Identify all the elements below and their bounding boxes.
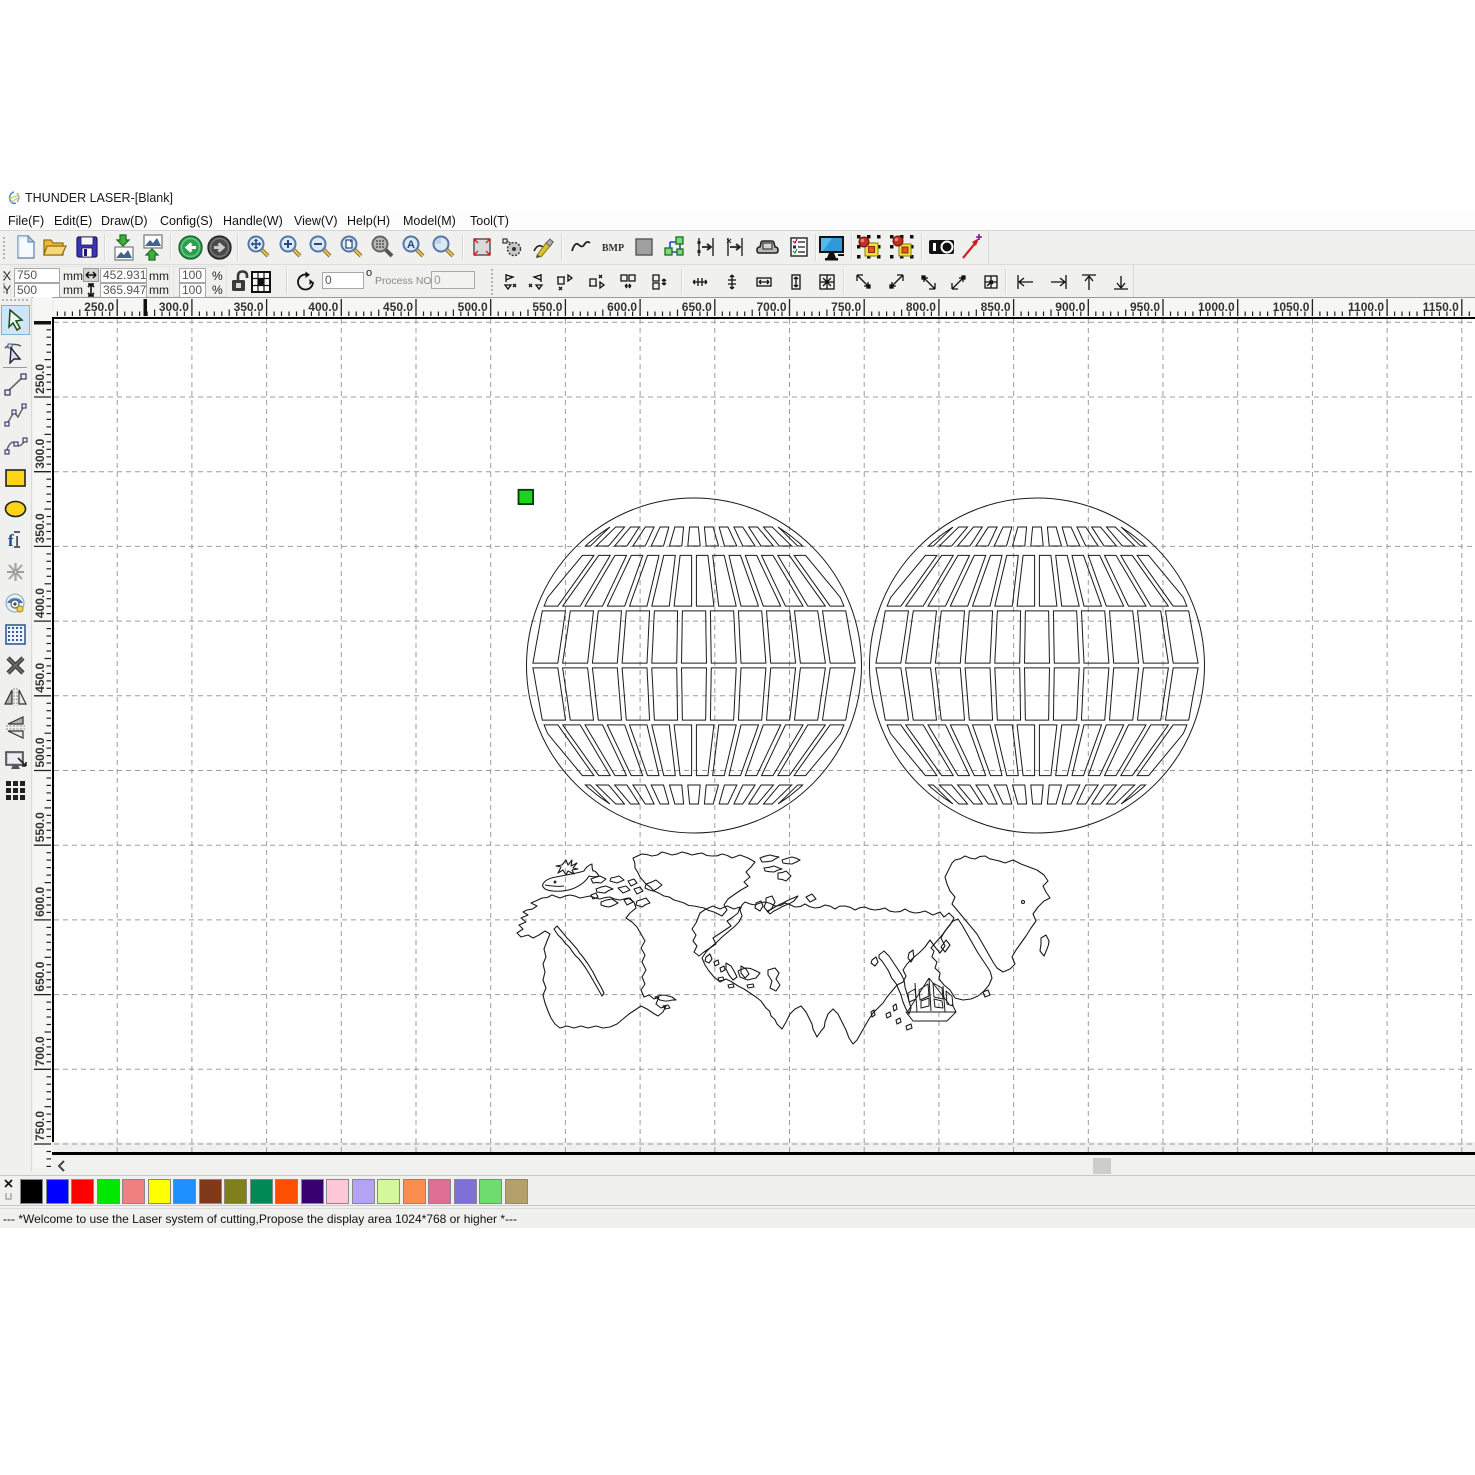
- svg-text:1100.0: 1100.0: [1348, 300, 1384, 314]
- svg-text:800.0: 800.0: [906, 300, 936, 314]
- svg-text:500.0: 500.0: [458, 300, 488, 314]
- svg-text:750.0: 750.0: [33, 1111, 47, 1141]
- svg-text:700.0: 700.0: [33, 1036, 47, 1066]
- svg-text:250.0: 250.0: [33, 364, 47, 394]
- svg-text:400.0: 400.0: [308, 300, 338, 314]
- svg-text:300.0: 300.0: [159, 300, 189, 314]
- svg-text:700.0: 700.0: [756, 300, 786, 314]
- svg-text:600.0: 600.0: [607, 300, 637, 314]
- svg-text:600.0: 600.0: [33, 887, 47, 917]
- svg-text:950.0: 950.0: [1130, 300, 1160, 314]
- svg-text:650.0: 650.0: [682, 300, 712, 314]
- svg-text:1000.0: 1000.0: [1198, 300, 1235, 314]
- svg-text:500.0: 500.0: [33, 737, 47, 767]
- svg-text:850.0: 850.0: [981, 300, 1011, 314]
- svg-text:350.0: 350.0: [33, 513, 47, 543]
- svg-text:450.0: 450.0: [33, 662, 47, 692]
- svg-text:1150.0: 1150.0: [1423, 300, 1459, 314]
- svg-text:550.0: 550.0: [532, 300, 562, 314]
- svg-text:f: f: [8, 531, 14, 550]
- svg-text:300.0: 300.0: [33, 438, 47, 468]
- svg-text:350.0: 350.0: [234, 300, 264, 314]
- svg-text:400.0: 400.0: [33, 588, 47, 618]
- svg-text:750.0: 750.0: [831, 300, 861, 314]
- svg-text:900.0: 900.0: [1055, 300, 1085, 314]
- svg-text:450.0: 450.0: [383, 300, 413, 314]
- svg-text:A: A: [407, 239, 415, 251]
- svg-text:650.0: 650.0: [33, 961, 47, 991]
- svg-text:550.0: 550.0: [33, 812, 47, 842]
- svg-text:1050.0: 1050.0: [1273, 300, 1310, 314]
- svg-text:BMP: BMP: [602, 243, 624, 254]
